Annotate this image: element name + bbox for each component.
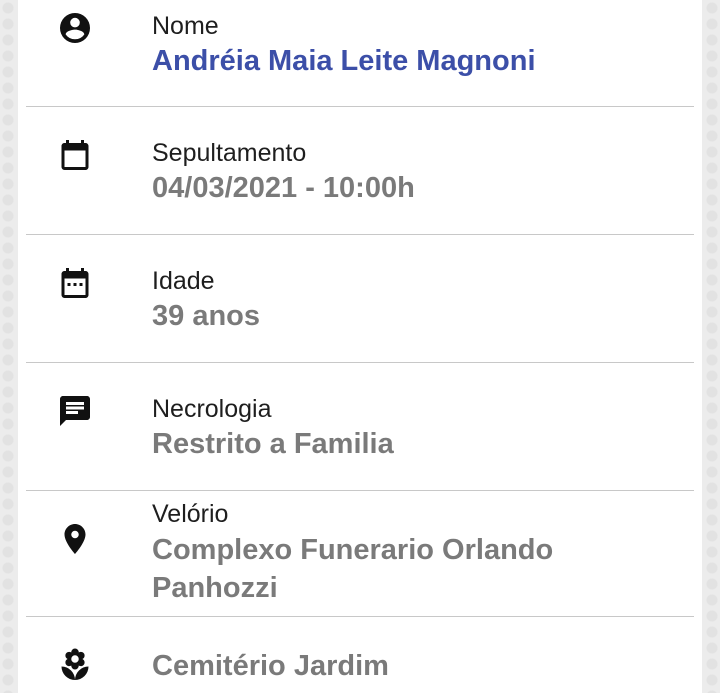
row-velorio: Velório Complexo Funerario Orlando Panho… (18, 491, 702, 616)
necrologia-value: Restrito a Familia (152, 428, 394, 460)
nome-value: Andréia Maia Leite Magnoni (152, 45, 536, 77)
sepultamento-value: 04/03/2021 - 10:00h (152, 172, 415, 204)
velorio-value-line2: Panhozzi (152, 572, 278, 604)
necrologia-label: Necrologia (152, 395, 272, 423)
calendar-icon (61, 140, 89, 170)
idade-label: Idade (152, 267, 215, 295)
details-card: Nome Andréia Maia Leite Magnoni Sepultam… (18, 0, 702, 693)
location-pin-icon (64, 524, 86, 554)
row-idade: Idade 39 anos (18, 235, 702, 362)
row-cemiterio: Cemitério Jardim (18, 617, 702, 693)
nome-label: Nome (152, 12, 219, 40)
velorio-label: Velório (152, 500, 229, 528)
row-necrologia: Necrologia Restrito a Familia (18, 363, 702, 490)
row-nome: Nome Andréia Maia Leite Magnoni (18, 0, 702, 106)
velorio-value-line1: Complexo Funerario Orlando (152, 534, 554, 566)
row-sepultamento: Sepultamento 04/03/2021 - 10:00h (18, 107, 702, 234)
cemiterio-value: Cemitério Jardim (152, 650, 389, 682)
calendar-dots-icon (61, 268, 89, 298)
flower-icon (61, 648, 89, 680)
message-icon (60, 396, 90, 426)
sepultamento-label: Sepultamento (152, 139, 307, 167)
account-circle-icon (60, 13, 90, 43)
idade-value: 39 anos (152, 300, 260, 332)
